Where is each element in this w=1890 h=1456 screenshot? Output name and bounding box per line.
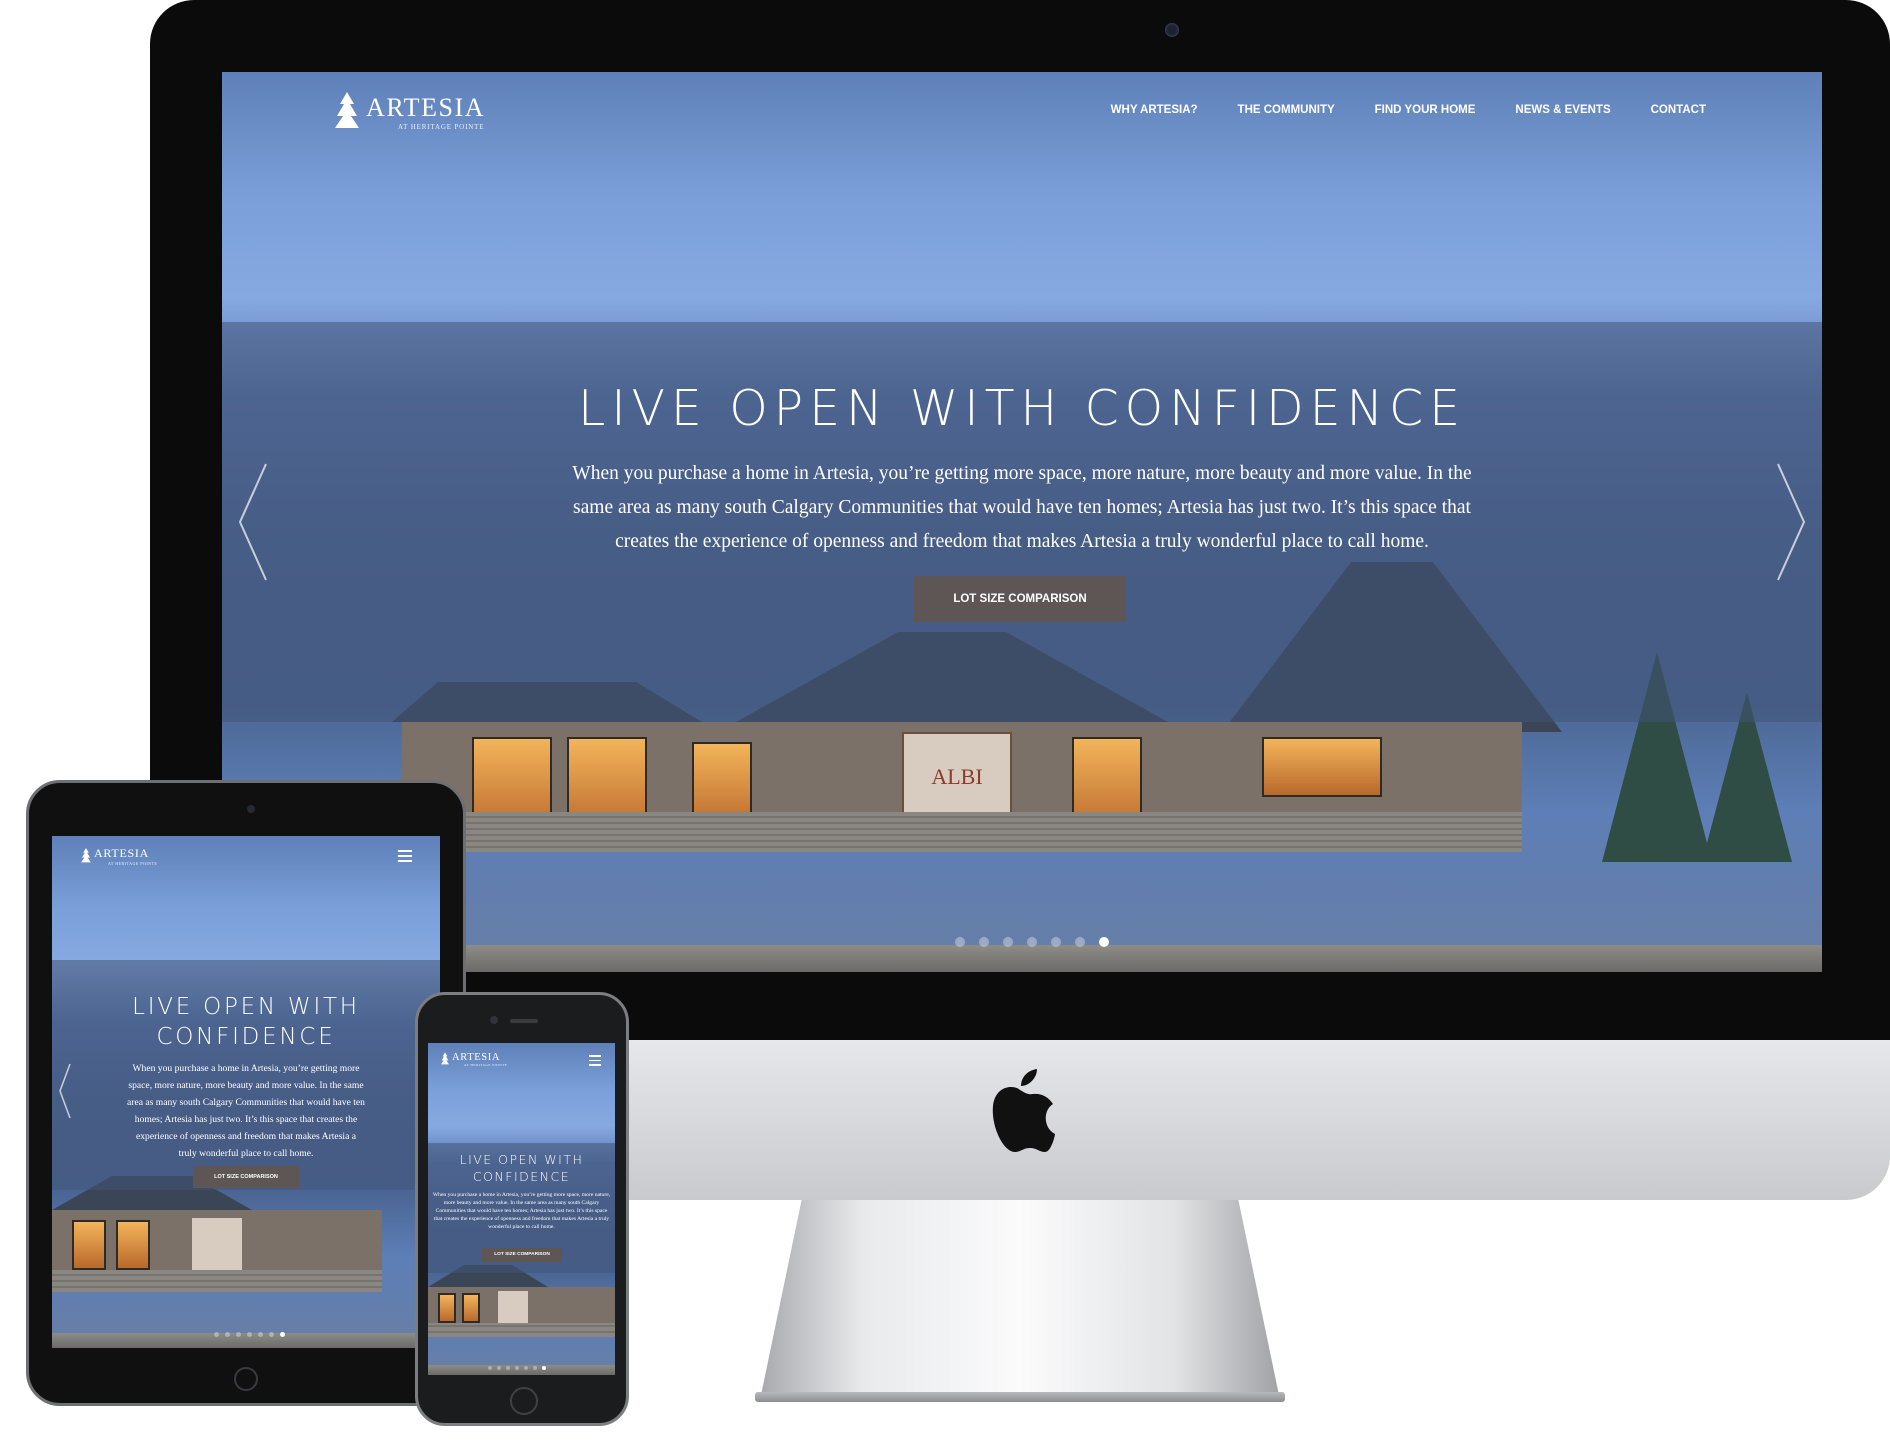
house-scene <box>428 1265 615 1375</box>
hero-title-line-1: LIVE OPEN WITH <box>459 1152 584 1167</box>
slider-dot[interactable] <box>488 1366 492 1370</box>
stone-base <box>428 1323 615 1337</box>
hamburger-menu-icon[interactable] <box>398 850 412 862</box>
slider-dot[interactable] <box>533 1366 537 1370</box>
slider-dot[interactable] <box>269 1332 274 1337</box>
window <box>1262 737 1382 797</box>
home-button <box>510 1387 538 1415</box>
slider-dot-active[interactable] <box>542 1366 546 1370</box>
imac-foot <box>755 1392 1285 1402</box>
house-sign: ALBI <box>931 764 983 789</box>
nav-item-contact[interactable]: CONTACT <box>1651 104 1706 116</box>
logo-name: ARTESIA <box>366 93 486 122</box>
lot-size-comparison-button[interactable]: LOT SIZE COMPARISON <box>482 1248 562 1262</box>
imac-stand <box>760 1200 1280 1400</box>
nav-item-why-artesia[interactable]: WHY ARTESIA? <box>1111 104 1198 116</box>
slider-dot-active[interactable] <box>280 1332 285 1337</box>
camera-icon <box>247 805 255 813</box>
logo-tagline: AT HERITAGE POINTE <box>464 1062 508 1067</box>
lot-size-comparison-button[interactable]: LOT SIZE COMPARISON <box>193 1166 299 1188</box>
chevron-right-icon[interactable] <box>1774 462 1808 582</box>
site-logo[interactable]: ARTESIA AT HERITAGE POINTE <box>80 846 157 866</box>
slider-dot[interactable] <box>979 937 989 947</box>
slider-dot[interactable] <box>1075 937 1085 947</box>
camera-icon <box>490 1016 498 1024</box>
slider-dot[interactable] <box>236 1332 241 1337</box>
hero-title-line-1: LIVE OPEN WITH <box>132 994 360 1020</box>
window <box>116 1220 150 1270</box>
stone-base <box>402 812 1522 852</box>
slider-dot[interactable] <box>225 1332 230 1337</box>
slider-dot[interactable] <box>955 937 965 947</box>
logo-name: ARTESIA <box>94 846 149 860</box>
hero-body: When you purchase a home in Artesia, you… <box>572 463 1472 552</box>
apple-logo-icon <box>992 1069 1055 1152</box>
slider-dot[interactable] <box>506 1366 510 1370</box>
nav-item-find-your-home[interactable]: FIND YOUR HOME <box>1375 104 1476 116</box>
slider-dot[interactable] <box>1051 937 1061 947</box>
slider-dot[interactable] <box>247 1332 252 1337</box>
slider-dot[interactable] <box>258 1332 263 1337</box>
window <box>72 1220 106 1270</box>
chevron-left-icon[interactable] <box>236 462 270 582</box>
slider-dots <box>955 937 1109 947</box>
site-logo[interactable]: ARTESIA AT HERITAGE POINTE <box>332 90 485 134</box>
slider-dot[interactable] <box>497 1366 501 1370</box>
tree-logo-icon <box>335 92 359 128</box>
camera-icon <box>1165 23 1179 37</box>
slider-dot[interactable] <box>214 1332 219 1337</box>
logo-tagline: AT HERITAGE POINTE <box>398 123 485 131</box>
hero-body: When you purchase a home in Artesia, you… <box>127 1063 365 1159</box>
logo-tagline: AT HERITAGE POINTE <box>108 861 158 866</box>
hero-title-line-2: CONFIDENCE <box>472 1169 571 1184</box>
house-scene <box>52 1176 440 1348</box>
ipad-screen-hero: ARTESIA AT HERITAGE POINTE LIVE OPEN WIT… <box>52 836 440 1348</box>
slider-dot-active[interactable] <box>1099 937 1109 947</box>
hero-title-line-2: CONFIDENCE <box>156 1024 336 1050</box>
speaker-icon <box>510 1019 538 1023</box>
slider-dot[interactable] <box>515 1366 519 1370</box>
iphone-screen-hero: ARTESIA AT HERITAGE POINTE LIVE OPEN WIT… <box>428 1043 615 1375</box>
window <box>438 1293 456 1323</box>
hamburger-menu-icon[interactable] <box>589 1055 601 1066</box>
chevron-left-icon[interactable] <box>58 1062 72 1120</box>
logo-name: ARTESIA <box>452 1051 501 1063</box>
stone-base <box>52 1270 382 1292</box>
slider-dot[interactable] <box>524 1366 528 1370</box>
hero-title: LIVE OPEN WITH CONFIDENCE <box>52 992 440 1052</box>
slider-dots <box>214 1332 285 1337</box>
tree-logo-icon <box>441 1052 449 1065</box>
hero-title: LIVE OPEN WITH CONFIDENCE <box>428 1151 615 1185</box>
slider-dots <box>488 1366 546 1370</box>
hero-body: When you purchase a home in Artesia, you… <box>432 1192 611 1230</box>
nav-item-news-events[interactable]: NEWS & EVENTS <box>1515 104 1610 116</box>
hero-title: LIVE OPEN WITH CONFIDENCE <box>578 380 1466 437</box>
nav-item-the-community[interactable]: THE COMMUNITY <box>1238 104 1335 116</box>
window <box>462 1293 480 1323</box>
lot-size-comparison-button[interactable]: LOT SIZE COMPARISON <box>914 576 1126 622</box>
home-button <box>234 1367 258 1391</box>
main-nav: WHY ARTESIA? THE COMMUNITY FIND YOUR HOM… <box>1111 104 1706 116</box>
site-logo[interactable]: ARTESIA AT HERITAGE POINTE <box>440 1051 507 1067</box>
slider-dot[interactable] <box>1027 937 1037 947</box>
slider-dot[interactable] <box>1003 937 1013 947</box>
tree-logo-icon <box>81 848 91 863</box>
